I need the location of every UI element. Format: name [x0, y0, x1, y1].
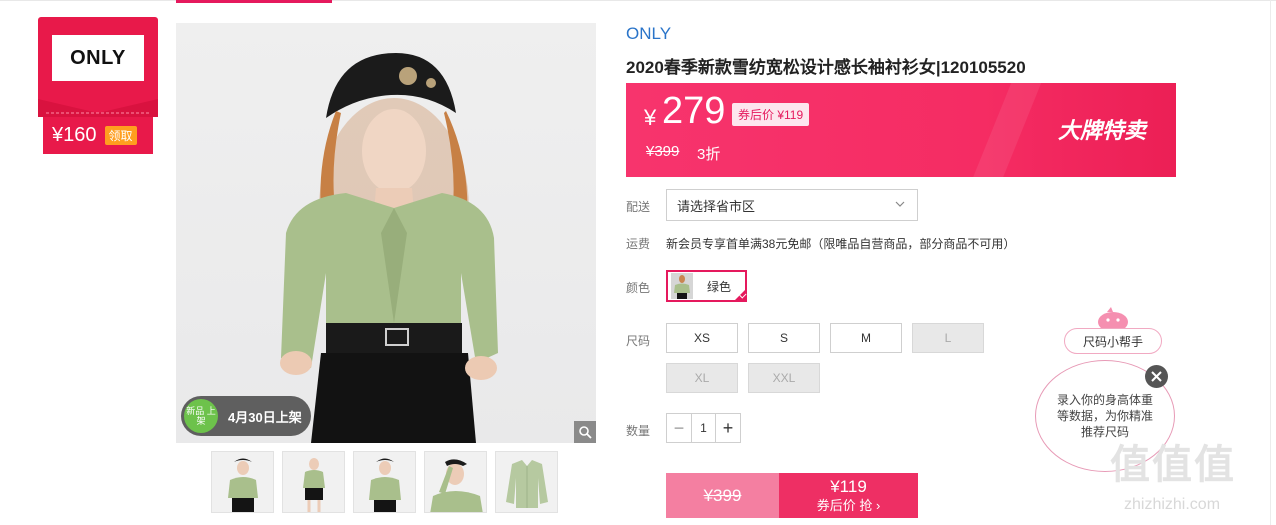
quantity-label: 数量 [626, 424, 651, 438]
thumbnail-4[interactable] [424, 451, 487, 513]
thumbnail-3[interactable] [353, 451, 416, 513]
currency-symbol: ¥ [644, 105, 657, 130]
buy-with-coupon-button[interactable]: ¥119 券后价 抢 › [779, 473, 918, 518]
zoom-icon[interactable] [574, 421, 596, 443]
selected-check-icon [733, 288, 747, 302]
brand-logo[interactable]: ONLY [52, 35, 144, 81]
brand-name-link[interactable]: ONLY [626, 24, 671, 44]
brand-coupon-card[interactable]: ONLY ¥160 领取 [38, 17, 158, 154]
brand-card-top: ONLY [38, 17, 158, 117]
new-arrival-icon: 新品 上架 [184, 399, 218, 433]
color-swatch-image [671, 273, 693, 299]
banner-stripe [966, 83, 1046, 177]
buy-button-group: ¥399 ¥119 券后价 抢 › [666, 473, 918, 518]
main-product-image[interactable]: 新品 上架 4月30日上架 [176, 23, 596, 443]
size-label: 尺码 [626, 334, 651, 348]
quantity-stepper: − 1 + [666, 413, 741, 443]
current-price: 279 [662, 90, 726, 132]
region-select[interactable]: 请选择省市区 [666, 189, 918, 221]
price-banner: ¥ 279 券后价 ¥119 ¥399 3折 大牌特卖 [626, 83, 1176, 177]
original-price: ¥399 [646, 143, 680, 160]
original-price-button[interactable]: ¥399 [666, 473, 779, 518]
site-watermark: 值值值 zhizhizhi.com [1110, 432, 1270, 513]
quantity-decrease-button[interactable]: − [667, 414, 691, 442]
shipping-info: 新会员专享首单满38元免邮（限唯品自营商品，部分商品不可用） [666, 237, 1016, 251]
size-option-xl: XL [666, 363, 738, 393]
region-select-value: 请选择省市区 [677, 198, 756, 214]
color-label: 颜色 [626, 281, 651, 295]
discount-label: 3折 [697, 146, 721, 163]
color-option-green[interactable]: 绿色 [666, 270, 747, 302]
right-divider [1270, 0, 1271, 525]
new-arrival-badge: 新品 上架 4月30日上架 [181, 396, 311, 436]
size-option-s[interactable]: S [748, 323, 820, 353]
shipping-label: 运费 [626, 237, 651, 251]
color-option-label: 绿色 [707, 279, 732, 294]
active-tab-indicator [176, 0, 332, 3]
size-option-xs[interactable]: XS [666, 323, 738, 353]
thumbnail-5[interactable] [495, 451, 558, 513]
delivery-label: 配送 [626, 200, 651, 214]
buy-coupon-price: ¥119 [830, 477, 867, 496]
thumbnail-2[interactable] [282, 451, 345, 513]
size-option-xxl: XXL [748, 363, 820, 393]
flash-sale-label: 大牌特卖 [1057, 118, 1146, 143]
thumbnail-1[interactable] [211, 451, 274, 513]
quantity-input[interactable]: 1 [691, 414, 716, 442]
brand-card-fold [38, 99, 158, 117]
new-arrival-date: 4月30日上架 [228, 409, 302, 425]
thumbnail-strip [211, 451, 558, 513]
quantity-increase-button[interactable]: + [716, 414, 740, 442]
size-option-l: L [912, 323, 984, 353]
claim-coupon-button[interactable]: 领取 [104, 126, 137, 145]
size-helper-button[interactable]: 尺码小帮手 [1064, 328, 1162, 354]
size-option-m[interactable]: M [830, 323, 902, 353]
watermark-domain: zhizhizhi.com [1124, 496, 1221, 513]
model-illustration [280, 53, 498, 443]
coupon-amount: ¥160 [52, 124, 97, 146]
coupon-price-tag: 券后价 ¥119 [732, 103, 810, 126]
watermark-glyphs: 值值值 [1110, 443, 1236, 487]
brand-coupon-strip: ¥160 领取 [43, 117, 153, 154]
product-title: 2020春季新款雪纺宽松设计感长袖衬衫女|120105520 [626, 58, 1026, 77]
close-icon[interactable] [1145, 365, 1168, 388]
chevron-down-icon [895, 198, 905, 212]
buy-coupon-cta: 券后价 抢 › [816, 498, 881, 513]
